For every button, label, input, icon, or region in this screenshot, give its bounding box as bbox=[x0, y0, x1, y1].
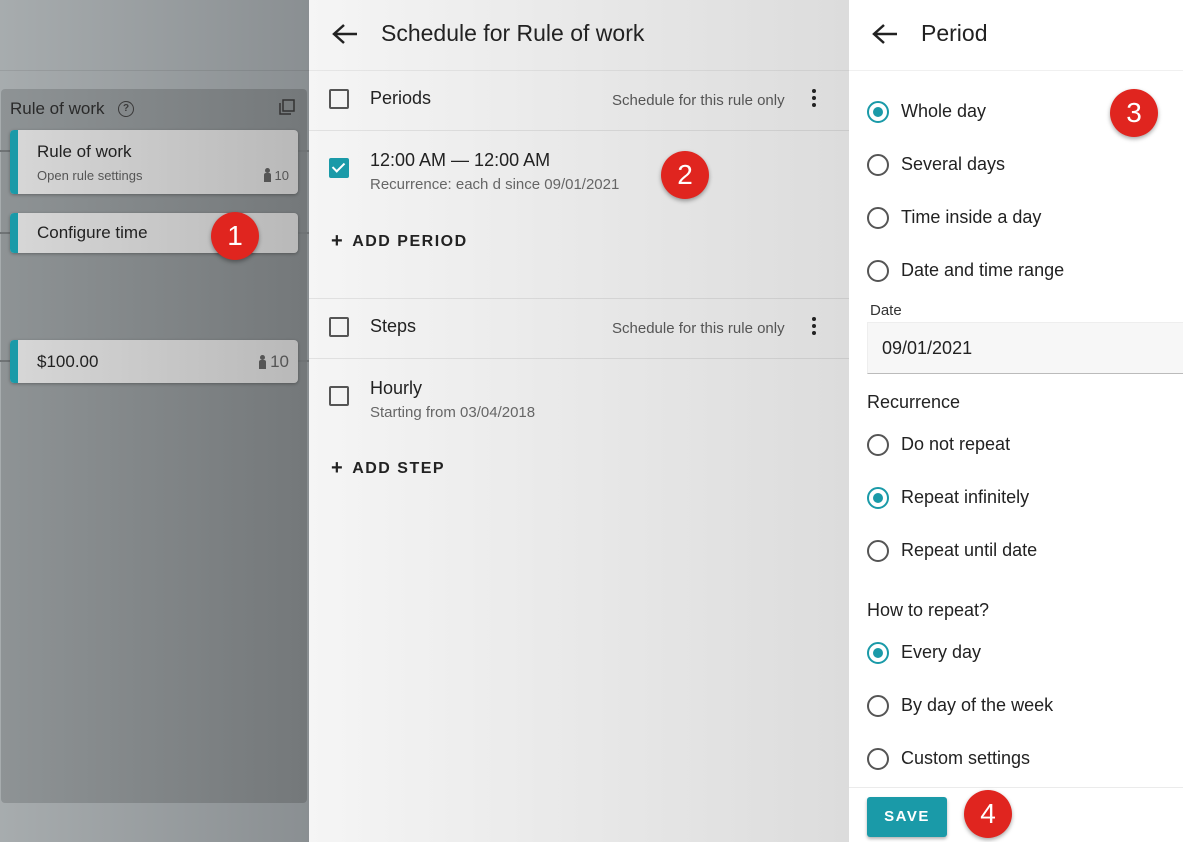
node-count-value: 10 bbox=[274, 168, 289, 183]
radio-label[interactable]: Several days bbox=[901, 154, 1005, 175]
node-title: $100.00 bbox=[37, 352, 99, 371]
radio-whole-day[interactable] bbox=[867, 101, 889, 123]
connector-line bbox=[298, 360, 309, 362]
radio-custom-settings[interactable] bbox=[867, 748, 889, 770]
how-to-repeat-title: How to repeat? bbox=[867, 600, 990, 620]
period-title: Period bbox=[921, 20, 988, 46]
radio-label[interactable]: Date and time range bbox=[901, 260, 1064, 281]
radio-several-days[interactable] bbox=[867, 154, 889, 176]
add-period-label: ADD PERIOD bbox=[352, 233, 468, 250]
node-accent-bar bbox=[10, 130, 18, 194]
node-count-value: 10 bbox=[270, 352, 289, 371]
plus-icon: + bbox=[331, 457, 345, 479]
connector-line bbox=[298, 232, 309, 234]
save-button[interactable]: SAVE bbox=[867, 797, 947, 837]
steps-label: Steps bbox=[370, 316, 417, 336]
person-icon bbox=[258, 355, 267, 369]
step-item-checkbox[interactable] bbox=[329, 386, 349, 406]
canvas-divider bbox=[0, 70, 309, 71]
back-arrow-icon[interactable] bbox=[871, 22, 899, 46]
schedule-title: Schedule for Rule of work bbox=[381, 20, 645, 46]
step-item-start: Starting from 03/04/2018 bbox=[370, 404, 536, 421]
connector-line bbox=[0, 232, 10, 234]
recurrence-title: Recurrence bbox=[867, 392, 961, 412]
radio-time-inside-day[interactable] bbox=[867, 207, 889, 229]
radio-label[interactable]: Every day bbox=[901, 642, 981, 663]
add-period-button[interactable]: + ADD PERIOD bbox=[331, 230, 468, 253]
connector-line bbox=[0, 150, 10, 152]
radio-by-day-of-week[interactable] bbox=[867, 695, 889, 717]
plus-icon: + bbox=[331, 230, 345, 252]
step-badge-1: 1 bbox=[211, 212, 259, 260]
node-price[interactable]: $100.00 10 bbox=[10, 340, 298, 383]
person-icon bbox=[263, 168, 272, 182]
radio-label[interactable]: Do not repeat bbox=[901, 434, 1010, 455]
divider bbox=[309, 358, 849, 359]
radio-every-day[interactable] bbox=[867, 642, 889, 664]
periods-label: Periods bbox=[370, 88, 432, 108]
add-step-label: ADD STEP bbox=[352, 460, 446, 477]
period-header bbox=[849, 0, 1183, 71]
step-item-name[interactable]: Hourly bbox=[370, 378, 422, 399]
date-field-label: Date bbox=[870, 302, 902, 319]
back-arrow-icon[interactable] bbox=[331, 22, 359, 46]
radio-label[interactable]: Whole day bbox=[901, 101, 986, 122]
step-badge-2: 2 bbox=[661, 151, 709, 199]
date-input[interactable]: 09/01/2021 bbox=[867, 322, 1183, 374]
radio-date-time-range[interactable] bbox=[867, 260, 889, 282]
date-value: 09/01/2021 bbox=[882, 338, 973, 358]
add-step-button[interactable]: + ADD STEP bbox=[331, 457, 445, 480]
divider bbox=[309, 130, 849, 131]
rule-container bbox=[1, 89, 307, 803]
rule-title: Rule of work bbox=[10, 99, 105, 118]
periods-more-icon[interactable] bbox=[812, 89, 816, 107]
radio-label[interactable]: By day of the week bbox=[901, 695, 1053, 716]
period-item-time[interactable]: 12:00 AM — 12:00 AM bbox=[370, 150, 550, 171]
step-badge-4: 4 bbox=[964, 790, 1012, 838]
node-title: Rule of work bbox=[37, 142, 132, 161]
radio-label[interactable]: Custom settings bbox=[901, 748, 1030, 769]
connector-line bbox=[298, 150, 309, 152]
periods-scope: Schedule for this rule only bbox=[612, 92, 785, 109]
radio-label[interactable]: Repeat until date bbox=[901, 540, 1037, 561]
steps-more-icon[interactable] bbox=[812, 317, 816, 335]
help-icon[interactable]: ? bbox=[118, 101, 134, 117]
node-accent-bar bbox=[10, 340, 18, 383]
schedule-panel: Schedule for Rule of work Periods Schedu… bbox=[309, 0, 849, 842]
node-title: Configure time bbox=[37, 223, 148, 242]
divider bbox=[309, 298, 849, 299]
copy-icon[interactable] bbox=[279, 99, 295, 115]
node-count: 10 bbox=[258, 352, 289, 372]
node-count: 10 bbox=[263, 168, 289, 183]
connector-line bbox=[0, 360, 10, 362]
radio-do-not-repeat[interactable] bbox=[867, 434, 889, 456]
steps-scope: Schedule for this rule only bbox=[612, 320, 785, 337]
period-item-recurrence: Recurrence: each d since 09/01/2021 bbox=[370, 176, 620, 193]
step-badge-3: 3 bbox=[1110, 89, 1158, 137]
radio-label[interactable]: Repeat infinitely bbox=[901, 487, 1029, 508]
node-subtitle: Open rule settings bbox=[37, 168, 143, 183]
radio-label[interactable]: Time inside a day bbox=[901, 207, 1041, 228]
periods-select-all-checkbox[interactable] bbox=[329, 89, 349, 109]
steps-select-all-checkbox[interactable] bbox=[329, 317, 349, 337]
node-rule-of-work[interactable]: Rule of work Open rule settings 10 bbox=[10, 130, 298, 194]
node-accent-bar bbox=[10, 213, 18, 253]
rule-canvas: Rule of work ? Rule of work Open rule se… bbox=[0, 0, 309, 842]
radio-repeat-infinitely[interactable] bbox=[867, 487, 889, 509]
footer-divider bbox=[849, 787, 1183, 788]
period-item-checkbox[interactable] bbox=[329, 158, 349, 178]
radio-repeat-until-date[interactable] bbox=[867, 540, 889, 562]
